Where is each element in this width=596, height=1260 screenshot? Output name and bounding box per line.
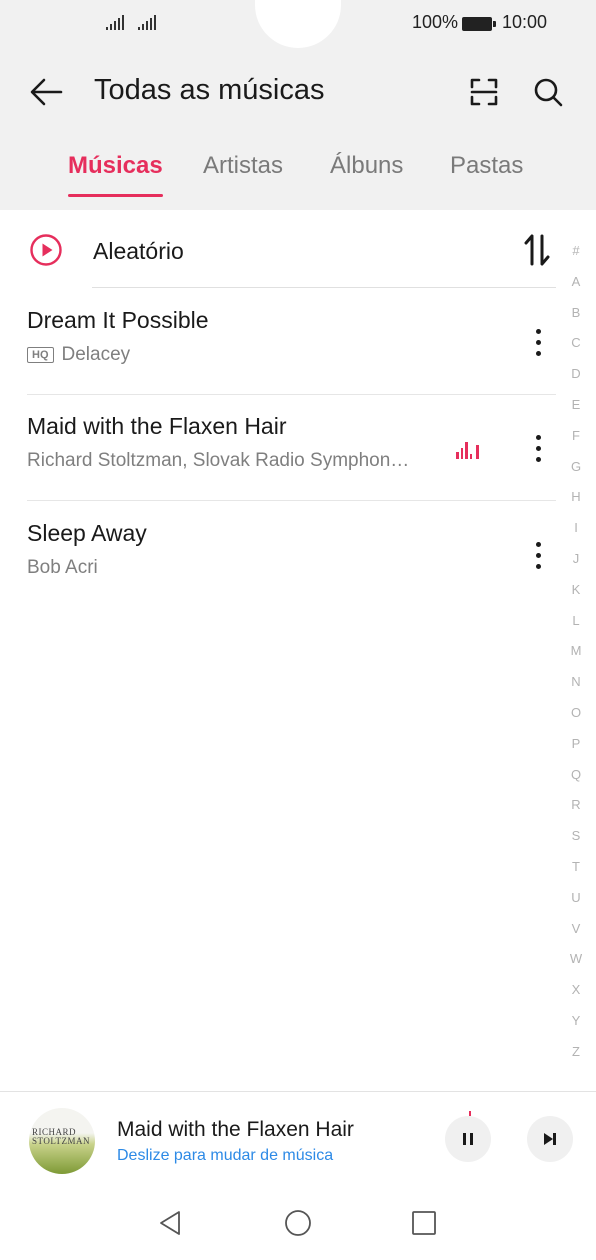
search-icon	[534, 78, 563, 107]
song-row[interactable]: Sleep Away Bob Acri	[0, 502, 556, 608]
alphabet-index-letter[interactable]: A	[562, 267, 590, 298]
skip-next-icon	[544, 1133, 556, 1145]
song-row[interactable]: Maid with the Flaxen Hair Richard Stoltz…	[0, 395, 556, 501]
scan-button[interactable]	[464, 72, 504, 112]
tab-pastas[interactable]: Pastas	[450, 152, 523, 180]
active-tab-indicator	[68, 194, 163, 197]
nav-recents-button[interactable]	[404, 1203, 444, 1243]
alphabet-index-letter[interactable]: #	[562, 236, 590, 267]
pause-button[interactable]	[445, 1116, 491, 1162]
pause-icon	[463, 1133, 473, 1145]
swipe-hint: Deslize para mudar de música	[117, 1147, 334, 1164]
tab-artistas[interactable]: Artistas	[203, 152, 283, 180]
now-playing-title: Maid with the Flaxen Hair	[117, 1118, 354, 1141]
song-title: Sleep Away	[27, 520, 147, 546]
divider	[27, 500, 556, 501]
tab-albuns[interactable]: Álbuns	[330, 152, 403, 180]
album-art: RICHARD STOLTZMAN	[29, 1108, 95, 1174]
alphabet-index-letter[interactable]: T	[562, 852, 590, 883]
alphabet-index-letter[interactable]: J	[562, 544, 590, 575]
equalizer-icon	[456, 439, 479, 459]
signal-icon	[106, 14, 124, 30]
more-options-button[interactable]	[526, 535, 550, 575]
now-playing-bar[interactable]: RICHARD STOLTZMAN Maid with the Flaxen H…	[0, 1091, 596, 1186]
alphabet-index-letter[interactable]: V	[562, 914, 590, 945]
song-artist: Bob Acri	[27, 557, 98, 578]
battery-icon	[462, 17, 496, 31]
page-title: Todas as músicas	[94, 74, 325, 106]
tab-bar: Músicas Artistas Álbuns Pastas	[0, 152, 596, 197]
alphabet-index-letter[interactable]: K	[562, 575, 590, 606]
alphabet-index-letter[interactable]: E	[562, 390, 590, 421]
song-title: Dream It Possible	[27, 307, 209, 333]
alphabet-index-letter[interactable]: X	[562, 975, 590, 1006]
alphabet-index-letter[interactable]: O	[562, 698, 590, 729]
alphabet-index-letter[interactable]: W	[562, 944, 590, 975]
alphabet-index-letter[interactable]: L	[562, 606, 590, 637]
alphabet-index-letter[interactable]: I	[562, 513, 590, 544]
sort-icon	[524, 234, 550, 266]
alphabet-index-letter[interactable]: M	[562, 636, 590, 667]
alphabet-index-letter[interactable]: C	[562, 328, 590, 359]
alphabet-index-letter[interactable]: Q	[562, 760, 590, 791]
more-options-button[interactable]	[526, 322, 550, 362]
song-subtitle: Bob Acri	[27, 557, 98, 579]
alphabet-index[interactable]: # A B C D E F G H I J K L M N O P Q R S T U V W X Y Z	[562, 236, 590, 1068]
alphabet-index-letter[interactable]: F	[562, 421, 590, 452]
battery-percent: 100%	[412, 12, 459, 32]
shuffle-label: Aleatório	[93, 238, 184, 264]
scan-icon	[470, 78, 498, 106]
alphabet-index-letter[interactable]: U	[562, 883, 590, 914]
song-artist: Delacey	[61, 344, 131, 365]
album-art-text: RICHARD STOLTZMAN	[32, 1127, 91, 1146]
alphabet-index-letter[interactable]: Y	[562, 1006, 590, 1037]
camera-notch	[255, 0, 341, 48]
nav-home-icon	[285, 1210, 311, 1236]
search-button[interactable]	[528, 72, 568, 112]
song-artist: Richard Stoltzman, Slovak Radio Symphon…	[27, 450, 410, 471]
shuffle-all-row[interactable]: Aleatório	[0, 218, 556, 288]
next-button[interactable]	[527, 1116, 573, 1162]
alphabet-index-letter[interactable]: P	[562, 729, 590, 760]
alphabet-index-letter[interactable]: H	[562, 482, 590, 513]
alphabet-index-letter[interactable]: G	[562, 452, 590, 483]
alphabet-index-letter[interactable]: N	[562, 667, 590, 698]
alphabet-index-letter[interactable]: R	[562, 790, 590, 821]
song-row[interactable]: Dream It Possible HQ Delacey	[0, 289, 556, 395]
alphabet-index-letter[interactable]: B	[562, 298, 590, 329]
song-subtitle: HQ Delacey	[27, 344, 130, 366]
clock: 10:00	[502, 12, 548, 32]
nav-back-button[interactable]	[150, 1203, 190, 1243]
header: 100% 10:00 Todas as músicas Músicas Arti…	[0, 0, 596, 210]
hq-badge: HQ	[27, 347, 54, 363]
signal-icon	[138, 14, 156, 30]
divider	[92, 287, 556, 288]
back-arrow-icon	[30, 78, 63, 106]
nav-home-button[interactable]	[278, 1203, 318, 1243]
alphabet-index-letter[interactable]: S	[562, 821, 590, 852]
shuffle-play-icon	[30, 234, 62, 266]
back-button[interactable]	[26, 72, 66, 112]
more-options-button[interactable]	[526, 428, 550, 468]
alphabet-index-letter[interactable]: Z	[562, 1037, 590, 1068]
sort-button[interactable]	[520, 230, 554, 270]
nav-recents-icon	[412, 1211, 436, 1235]
tab-musicas[interactable]: Músicas	[68, 152, 163, 180]
song-title: Maid with the Flaxen Hair	[27, 413, 287, 439]
alphabet-index-letter[interactable]: D	[562, 359, 590, 390]
nav-back-icon	[160, 1211, 180, 1235]
song-subtitle: Richard Stoltzman, Slovak Radio Symphon…	[27, 450, 409, 472]
system-nav-bar	[0, 1185, 596, 1260]
